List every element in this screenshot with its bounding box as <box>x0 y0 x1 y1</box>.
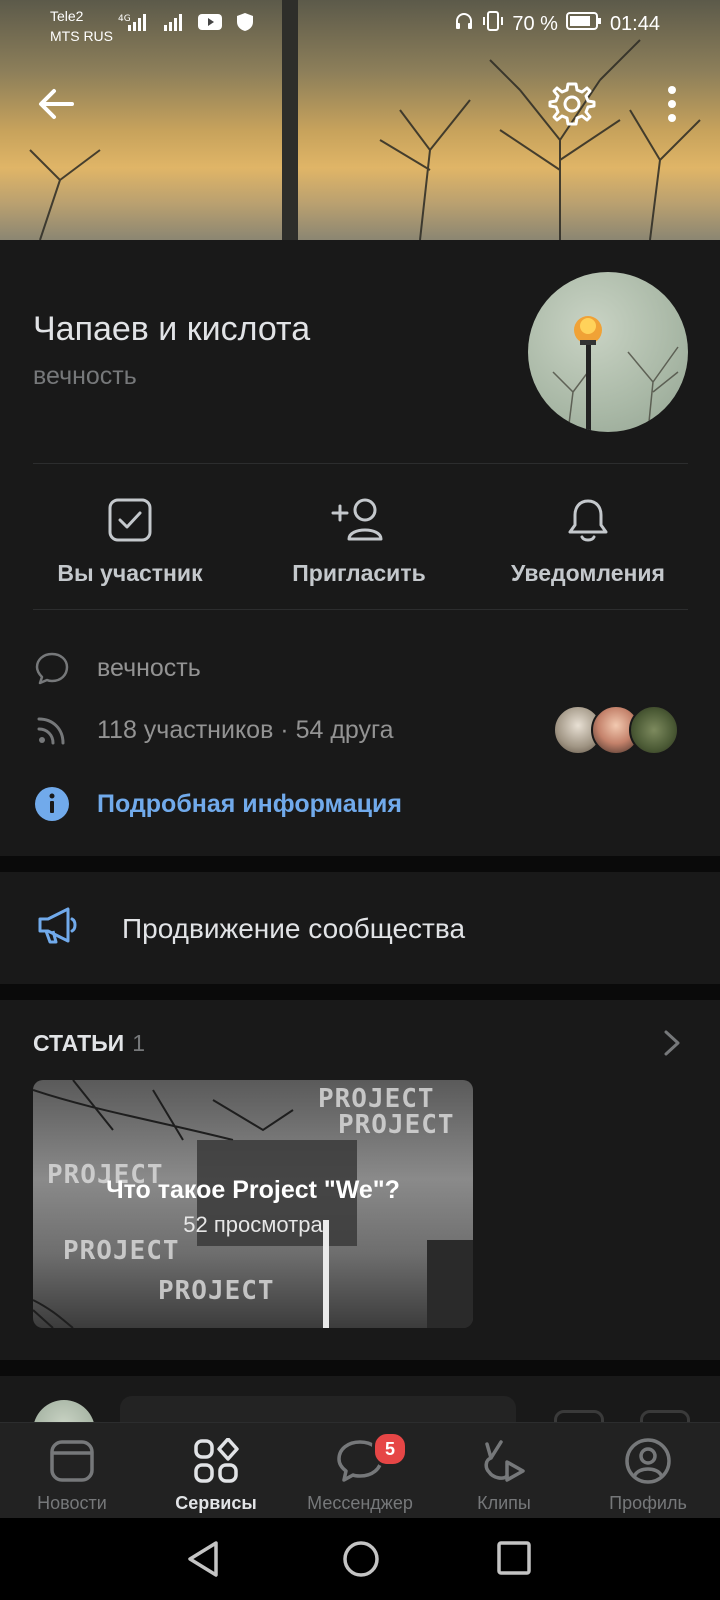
avatar <box>629 705 679 755</box>
battery-percent: 70 % <box>512 12 558 35</box>
status-right: 70 % 01:44 <box>454 10 660 38</box>
status-bar: Tele2 MTS RUS 4G 70 % 01:44 <box>0 0 720 56</box>
group-name: Чапаев и кислота <box>33 310 311 348</box>
friends-avatars[interactable] <box>553 705 679 755</box>
vibrate-icon <box>482 10 504 38</box>
member-button[interactable]: Вы участник <box>25 490 235 587</box>
nav-home-button[interactable] <box>342 1540 380 1583</box>
clock: 01:44 <box>609 12 660 35</box>
description-row: вечность <box>33 649 201 687</box>
youtube-icon <box>198 13 222 35</box>
members-text: 118 участников · 54 друга <box>97 715 394 744</box>
nav-back-button[interactable] <box>186 1540 220 1583</box>
profile-icon <box>625 1438 671 1484</box>
settings-button[interactable] <box>548 80 596 128</box>
tab-profile[interactable]: Профиль <box>576 1433 720 1514</box>
rss-icon <box>37 717 65 745</box>
chevron-right-icon <box>664 1030 680 1056</box>
promo-row[interactable]: Продвижение сообщества <box>36 905 465 952</box>
tab-bar: Новости Сервисы 5 Мессенджер Клипы Профи… <box>0 1422 720 1519</box>
article-title: Что такое Project "We"? <box>106 1176 400 1204</box>
services-icon <box>194 1438 239 1483</box>
carrier-info: Tele2 MTS RUS <box>50 6 113 46</box>
bell-icon <box>568 499 608 542</box>
megaphone-icon <box>38 907 77 944</box>
articles-header[interactable]: СТАТЬИ 1 <box>33 1030 145 1057</box>
members-row[interactable]: 118 участников · 54 друга <box>33 711 394 749</box>
divider <box>33 463 688 464</box>
tab-profile-label: Профиль <box>609 1493 687 1513</box>
more-info-link[interactable]: Подробная информация <box>97 790 402 819</box>
group-status: вечность <box>33 362 137 390</box>
checkbox-icon <box>108 498 152 542</box>
square-recents-icon <box>497 1541 531 1575</box>
add-user-icon <box>331 498 383 541</box>
more-button[interactable] <box>648 80 696 128</box>
notifications-button[interactable]: Уведомления <box>483 490 693 587</box>
promo-label: Продвижение сообщества <box>122 912 466 944</box>
tab-clips-label: Клипы <box>477 1493 531 1513</box>
tab-messenger-label: Мессенджер <box>307 1493 413 1513</box>
description-text: вечность <box>97 653 201 682</box>
article-bg-text: PROJECT <box>158 1276 275 1306</box>
headphones-icon <box>454 11 474 37</box>
article-bg-text: PROJECT <box>63 1236 180 1266</box>
more-vertical-icon <box>668 86 676 122</box>
chat-bubble-icon <box>35 652 69 685</box>
messenger-badge: 5 <box>372 1431 408 1467</box>
tab-messenger[interactable]: 5 Мессенджер <box>288 1431 432 1514</box>
status-icons: 4G <box>118 12 254 36</box>
tab-clips[interactable]: Клипы <box>432 1433 576 1514</box>
member-label: Вы участник <box>57 560 203 586</box>
arrow-left-icon <box>39 89 74 119</box>
triangle-back-icon <box>188 1541 218 1577</box>
news-icon <box>50 1440 94 1482</box>
divider <box>33 609 688 610</box>
invite-label: Пригласить <box>292 560 426 586</box>
notifications-label: Уведомления <box>511 560 665 586</box>
info-icon <box>35 787 69 821</box>
circle-home-icon <box>343 1541 379 1577</box>
signal-2-icon <box>162 12 184 36</box>
article-bg-text: PROJECT <box>338 1110 455 1140</box>
clips-icon <box>484 1440 525 1482</box>
battery-icon <box>565 11 602 37</box>
back-button[interactable] <box>32 80 80 128</box>
invite-button[interactable]: Пригласить <box>254 490 464 587</box>
tab-services[interactable]: Сервисы <box>144 1433 288 1514</box>
post-composer[interactable] <box>0 1376 720 1462</box>
article-views: 52 просмотра <box>183 1212 323 1237</box>
tab-news[interactable]: Новости <box>0 1433 144 1514</box>
tab-services-label: Сервисы <box>175 1493 257 1513</box>
nav-recents-button[interactable] <box>496 1540 532 1581</box>
system-navbar <box>0 1518 720 1600</box>
group-avatar[interactable] <box>528 272 688 432</box>
articles-title: СТАТЬИ <box>33 1030 125 1056</box>
svg-text:4G: 4G <box>118 14 131 24</box>
carrier-1: Tele2 <box>50 8 84 24</box>
carrier-2: MTS RUS <box>50 28 113 44</box>
tab-news-label: Новости <box>37 1493 107 1513</box>
signal-icon: 4G <box>118 12 148 36</box>
gear-icon <box>548 82 596 126</box>
shield-icon <box>236 12 254 36</box>
articles-more-button[interactable] <box>660 1028 684 1063</box>
article-card[interactable]: PROJECT PROJECT PROJECT PROJECT PROJECT … <box>33 1080 473 1328</box>
more-info-row[interactable]: Подробная информация <box>33 785 402 823</box>
articles-count: 1 <box>132 1030 146 1056</box>
